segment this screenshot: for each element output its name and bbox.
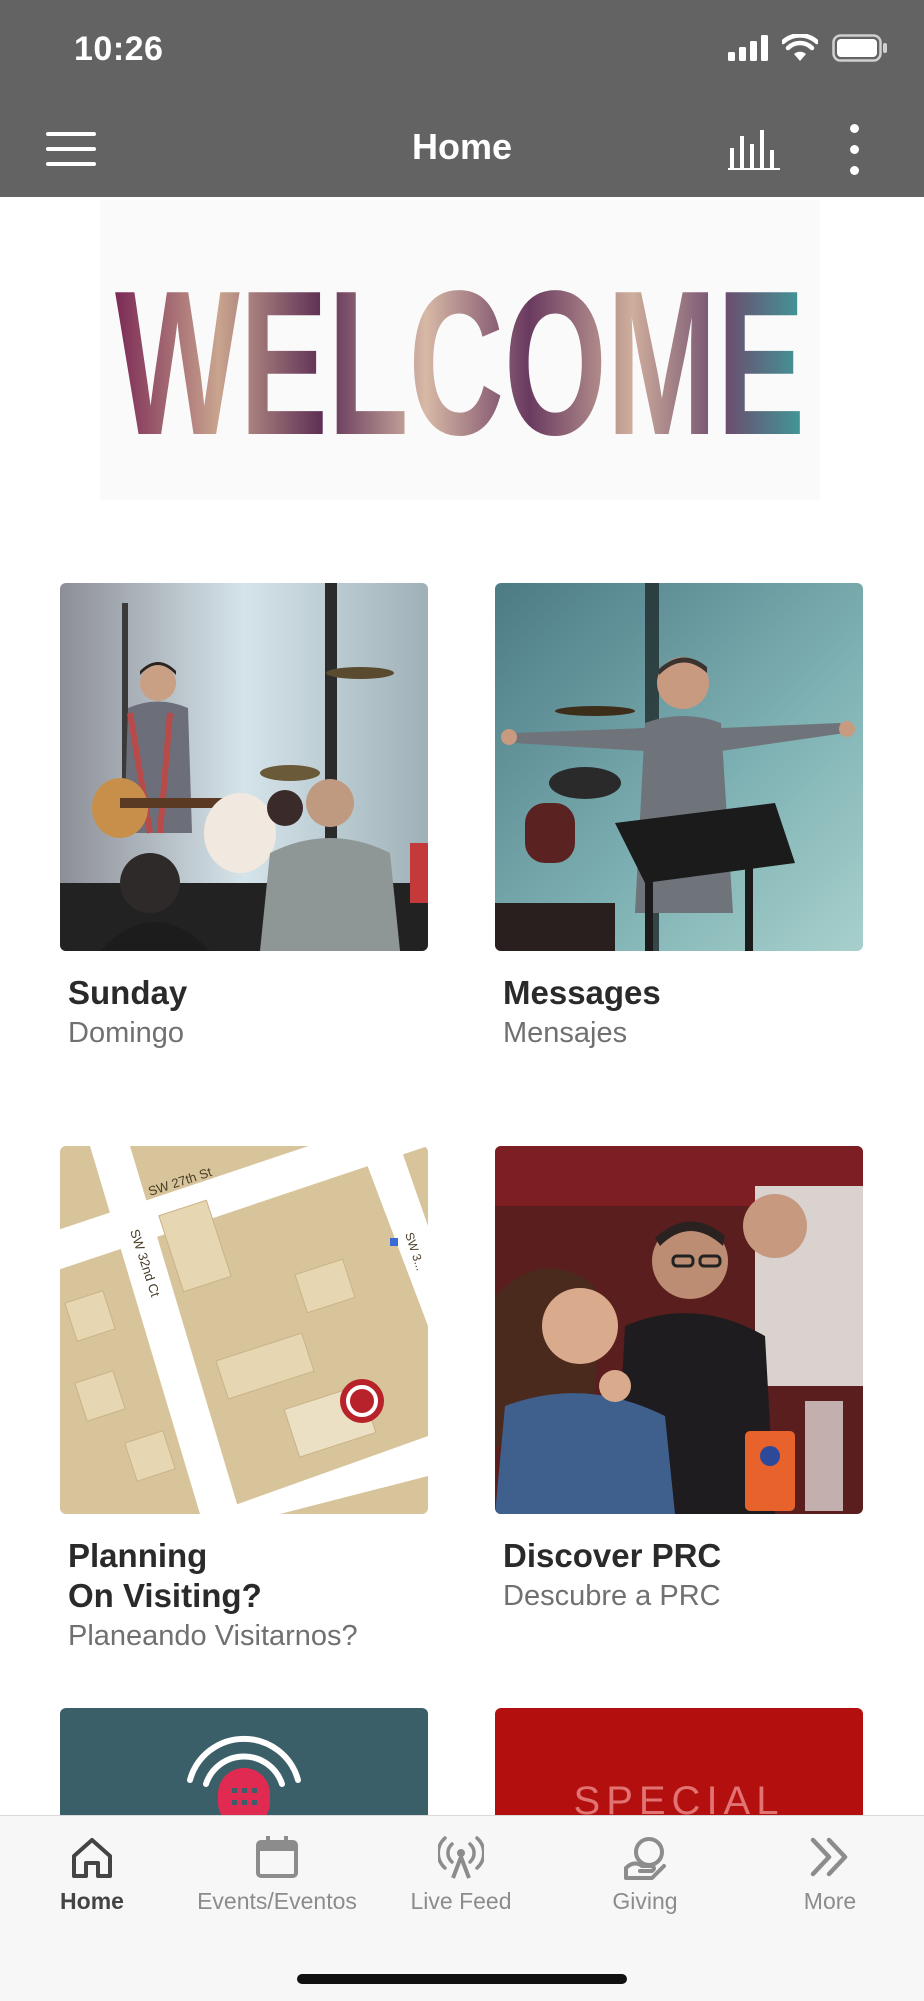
location-map: SW 27th St SW 32nd Ct SW 3... <box>60 1146 428 1514</box>
tile-live-broadcast[interactable] <box>60 1708 428 1816</box>
tile-subtitle: Domingo <box>68 1017 185 1049</box>
chevrons-right-icon <box>810 1837 848 1877</box>
live-broadcast-icon <box>187 1735 301 1816</box>
tab-live-feed[interactable]: Live Feed <box>369 1834 553 1915</box>
cellular-signal-icon <box>728 35 768 61</box>
tab-label: Events/Eventos <box>197 1888 357 1914</box>
tile-title: Discover PRC <box>503 1537 722 1574</box>
tile-discover-prc[interactable]: Discover PRC Descubre a PRC <box>495 1146 865 1614</box>
messages-photo <box>495 583 863 951</box>
tile-title: Messages <box>503 974 661 1011</box>
welcome-banner: WELCOME <box>100 200 820 500</box>
tile-subtitle: Descubre a PRC <box>503 1580 721 1612</box>
status-time: 10:26 <box>74 30 164 68</box>
tile-planning-visit[interactable]: SW 27th St SW 32nd Ct SW 3... Planning O… <box>60 1146 430 1654</box>
tile-subtitle: Mensajes <box>503 1017 628 1049</box>
tab-label: More <box>803 1888 857 1914</box>
discover-photo <box>495 1146 863 1514</box>
tab-events[interactable]: Events/Eventos <box>185 1834 369 1915</box>
tile-title: Planning On Visiting? <box>68 1537 262 1614</box>
broadcast-icon <box>438 1836 484 1879</box>
tile-subtitle: Planeando Visitarnos? <box>68 1620 358 1652</box>
more-options-button[interactable] <box>842 122 866 178</box>
page-title: Home <box>411 126 513 167</box>
app-header: Home <box>0 100 924 197</box>
calendar-icon <box>256 1836 298 1878</box>
tab-more[interactable]: More <box>738 1834 922 1915</box>
sunday-photo <box>60 583 428 951</box>
audio-levels-icon[interactable] <box>728 130 780 170</box>
giving-icon <box>624 1837 666 1880</box>
welcome-text: WELCOME <box>115 248 805 478</box>
tile-title: Sunday <box>68 974 188 1011</box>
status-icons <box>728 34 888 62</box>
tab-label: Home <box>60 1888 124 1914</box>
tile-sunday[interactable]: Sunday Domingo <box>60 583 430 1051</box>
tab-home[interactable]: Home <box>0 1834 184 1915</box>
tab-giving[interactable]: Giving <box>553 1834 737 1915</box>
status-bar: 10:26 <box>0 0 924 100</box>
tab-label: Giving <box>612 1888 678 1914</box>
tile-messages[interactable]: Messages Mensajes <box>495 583 865 1051</box>
church-location-marker-icon <box>340 1379 384 1423</box>
home-icon <box>72 1838 112 1878</box>
tab-label: Live Feed <box>410 1888 512 1914</box>
tile-special[interactable]: SPECIAL <box>495 1708 863 1816</box>
wifi-icon <box>782 34 818 61</box>
home-indicator[interactable] <box>297 1974 627 1984</box>
special-text: SPECIAL <box>574 1779 785 1816</box>
battery-icon <box>832 34 887 62</box>
